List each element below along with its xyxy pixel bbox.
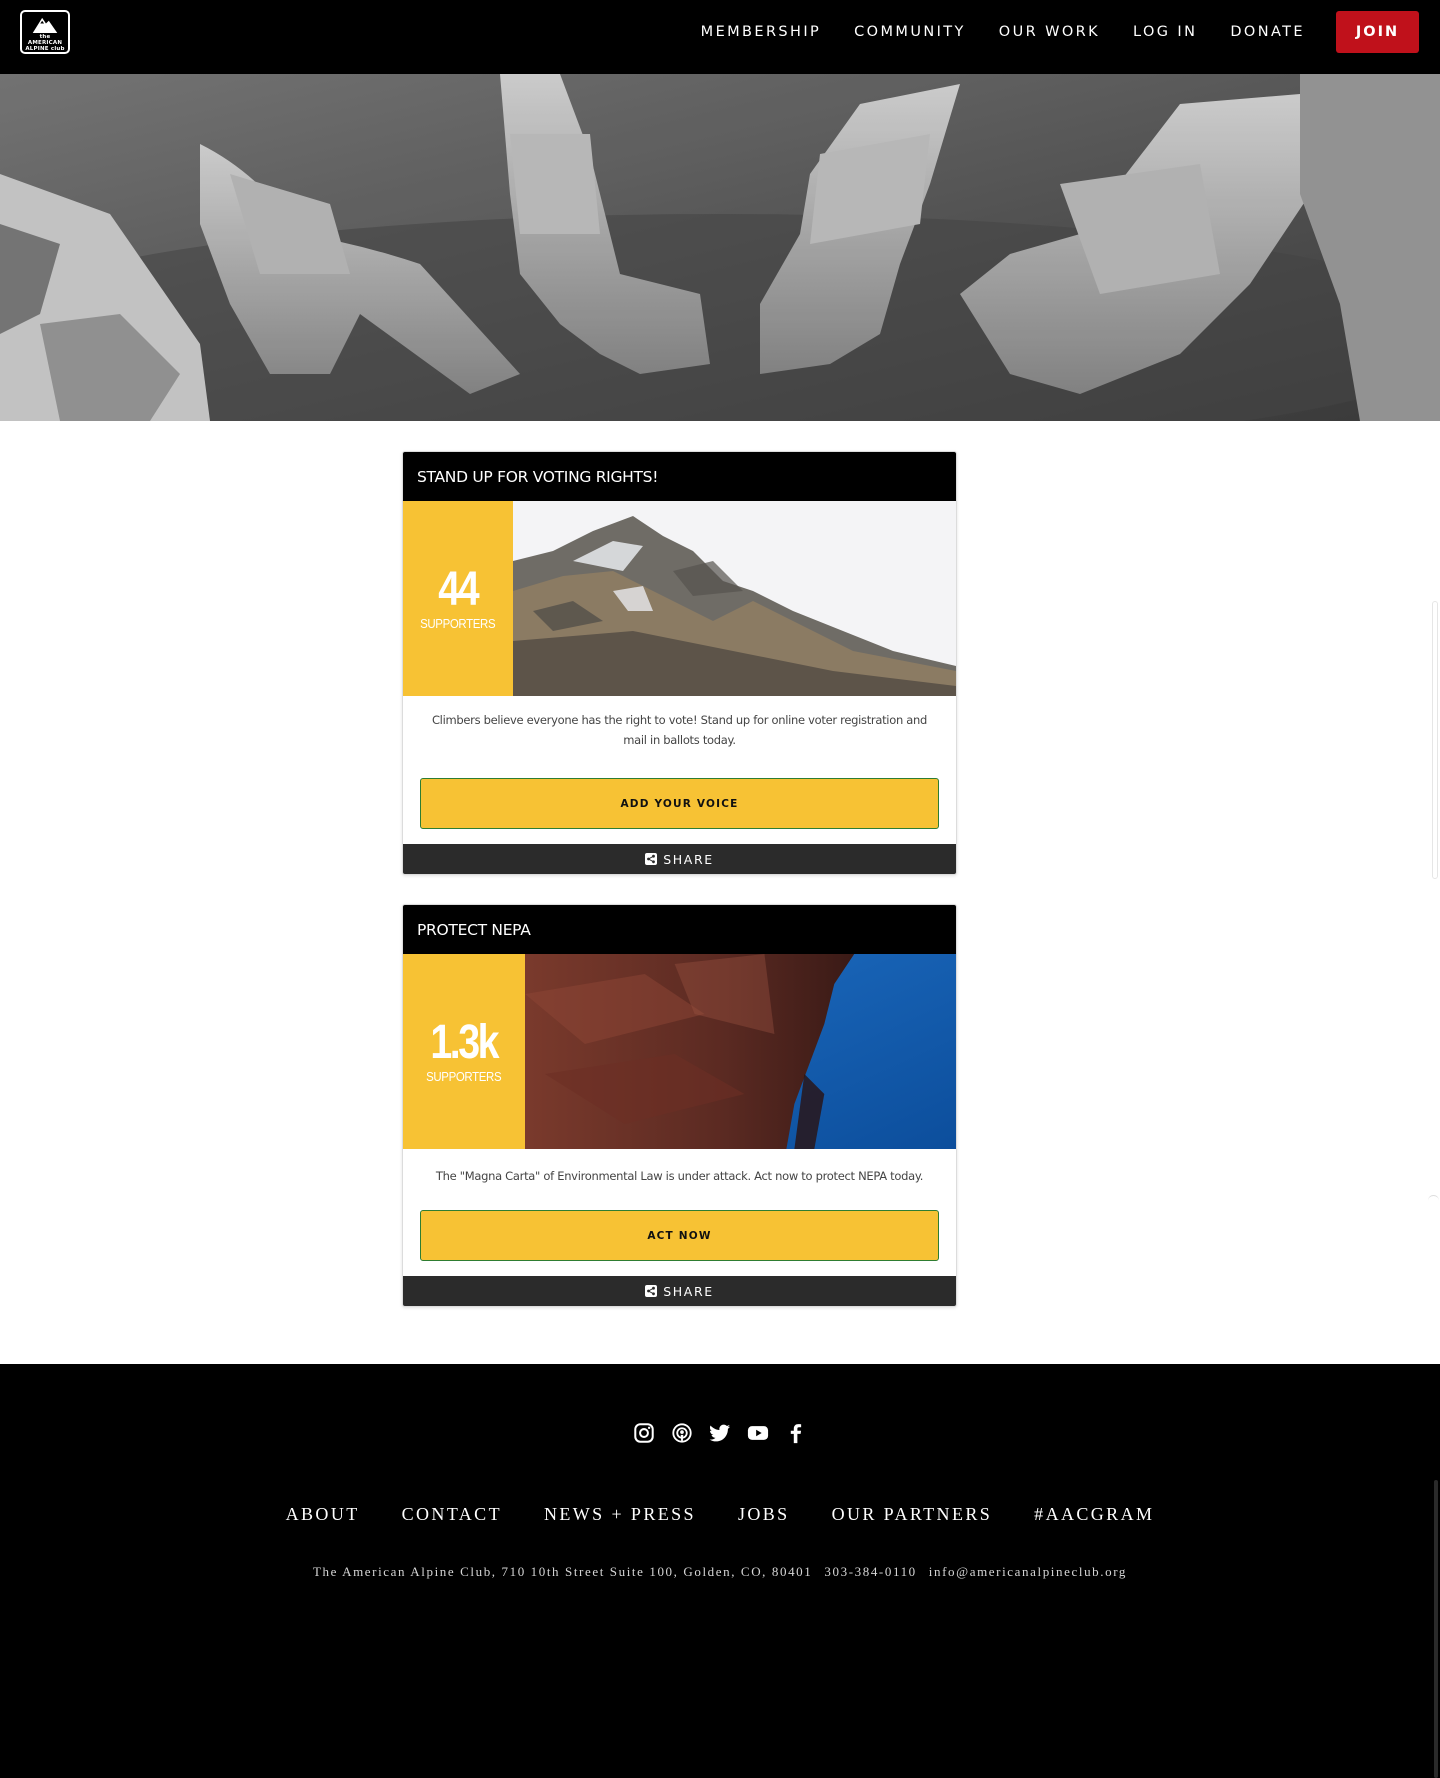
footer-phone[interactable]: 303-384-0110 bbox=[824, 1564, 916, 1580]
join-button[interactable]: JOIN bbox=[1336, 11, 1419, 53]
carousel-scroll-track[interactable] bbox=[1432, 601, 1438, 879]
footer-link-jobs[interactable]: JOBS bbox=[738, 1504, 790, 1525]
footer-link-contact[interactable]: CONTACT bbox=[402, 1504, 502, 1525]
logo-text: the AMERICAN ALPINE club bbox=[25, 34, 65, 52]
footer-contact-info: The American Alpine Club, 710 10th Stree… bbox=[0, 1564, 1440, 1580]
share-icon bbox=[645, 1285, 658, 1297]
main-nav: MEMBERSHIP COMMUNITY OUR WORK LOG IN DON… bbox=[701, 0, 1305, 64]
nav-our-work[interactable]: OUR WORK bbox=[999, 24, 1100, 40]
site-footer: ABOUT CONTACT NEWS + PRESS JOBS OUR PART… bbox=[0, 1364, 1440, 1778]
share-label: SHARE bbox=[663, 851, 714, 867]
campaign-media: 44 SUPPORTERS bbox=[403, 501, 956, 696]
add-your-voice-button[interactable]: ADD YOUR VOICE bbox=[420, 778, 939, 829]
supporter-count-block: 44 SUPPORTERS bbox=[403, 501, 513, 696]
footer-link-aacgram[interactable]: #AACGRAM bbox=[1034, 1504, 1154, 1525]
facebook-icon[interactable] bbox=[784, 1421, 808, 1445]
share-bar[interactable]: SHARE bbox=[403, 1276, 956, 1306]
campaign-card-protect-nepa: PROTECT NEPA 1.3k SUPPORTERS The "Magna … bbox=[402, 904, 957, 1307]
social-links bbox=[0, 1421, 1440, 1445]
youtube-icon[interactable] bbox=[746, 1421, 770, 1445]
top-navbar: the AMERICAN ALPINE club MEMBERSHIP COMM… bbox=[0, 0, 1440, 74]
footer-nav: ABOUT CONTACT NEWS + PRESS JOBS OUR PART… bbox=[0, 1504, 1440, 1525]
campaign-description: The "Magna Carta" of Environmental Law i… bbox=[435, 1169, 924, 1183]
page-scrollbar[interactable] bbox=[1434, 1480, 1438, 1778]
mountain-photo bbox=[513, 501, 956, 696]
nav-membership[interactable]: MEMBERSHIP bbox=[701, 24, 822, 40]
footer-email[interactable]: info@americanalpineclub.org bbox=[929, 1564, 1127, 1580]
campaign-card-voting-rights: STAND UP FOR VOTING RIGHTS! 44 SUPPORTER… bbox=[402, 451, 957, 875]
supporter-label: SUPPORTERS bbox=[420, 616, 496, 631]
twitter-icon[interactable] bbox=[708, 1421, 732, 1445]
share-icon bbox=[645, 853, 658, 865]
footer-link-our-partners[interactable]: OUR PARTNERS bbox=[832, 1504, 993, 1525]
mountain-logo-icon bbox=[32, 17, 58, 33]
supporter-count-block: 1.3k SUPPORTERS bbox=[403, 954, 525, 1149]
share-bar[interactable]: SHARE bbox=[403, 844, 956, 874]
supporter-count: 44 bbox=[438, 563, 480, 616]
act-now-button[interactable]: ACT NOW bbox=[420, 1210, 939, 1261]
hero-hands-photo bbox=[0, 74, 1440, 421]
carousel-scroll-marker bbox=[1428, 1195, 1439, 1201]
footer-address: The American Alpine Club, 710 10th Stree… bbox=[312, 1564, 813, 1579]
campaign-title: PROTECT NEPA bbox=[403, 905, 956, 954]
nav-log-in[interactable]: LOG IN bbox=[1133, 24, 1197, 40]
canyon-photo bbox=[525, 954, 956, 1149]
campaign-media: 1.3k SUPPORTERS bbox=[403, 954, 956, 1149]
share-label: SHARE bbox=[663, 1283, 714, 1299]
hero-image bbox=[0, 74, 1440, 421]
supporter-count: 1.3k bbox=[430, 1016, 500, 1069]
aac-logo[interactable]: the AMERICAN ALPINE club bbox=[20, 10, 70, 54]
supporter-label: SUPPORTERS bbox=[426, 1069, 502, 1084]
nav-donate[interactable]: DONATE bbox=[1230, 24, 1305, 40]
campaign-description: Climbers believe everyone has the right … bbox=[431, 713, 928, 747]
nav-community[interactable]: COMMUNITY bbox=[854, 24, 966, 40]
footer-link-about[interactable]: ABOUT bbox=[286, 1504, 360, 1525]
snowy-mountain-image bbox=[513, 501, 956, 696]
instagram-icon[interactable] bbox=[632, 1421, 656, 1445]
footer-link-news-press[interactable]: NEWS + PRESS bbox=[544, 1504, 696, 1525]
podcast-icon[interactable] bbox=[670, 1421, 694, 1445]
red-rock-canyon-image bbox=[525, 954, 956, 1149]
campaign-title: STAND UP FOR VOTING RIGHTS! bbox=[403, 452, 956, 501]
